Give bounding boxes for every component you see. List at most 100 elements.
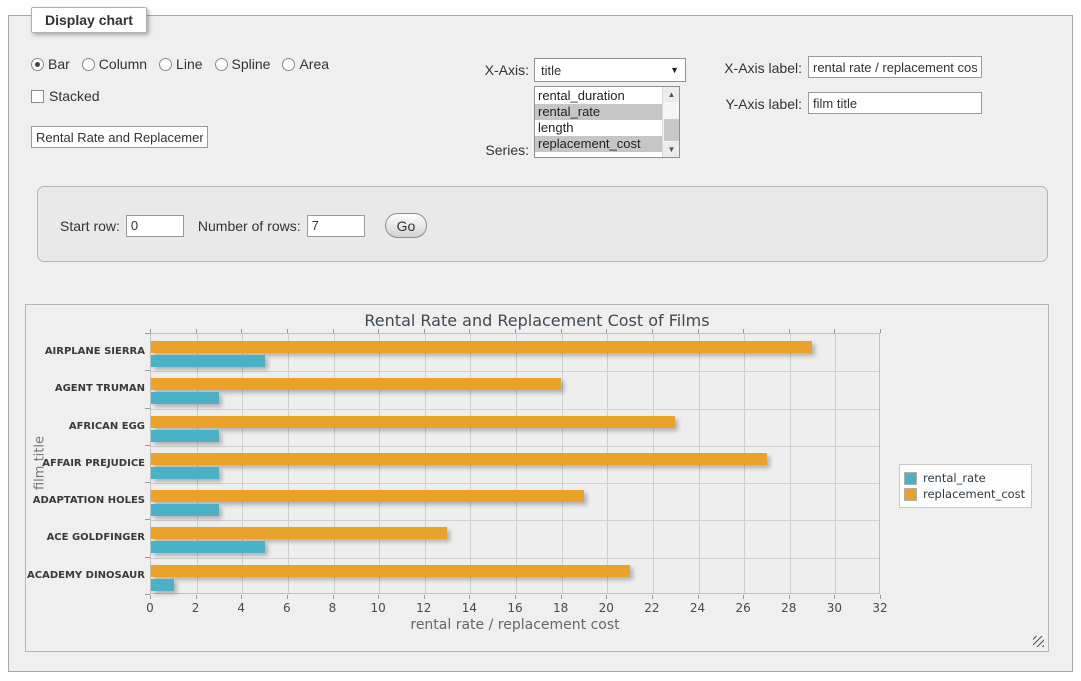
scrollbar-thumb[interactable] (664, 119, 679, 141)
radio-area-icon[interactable] (282, 58, 295, 71)
x-tick-mark (150, 329, 151, 333)
y-tick-mark (145, 445, 150, 446)
x-tick-label: 28 (776, 601, 802, 615)
resize-handle-icon[interactable] (1033, 636, 1044, 647)
go-button[interactable]: Go (385, 213, 428, 238)
y-tick-mark (145, 557, 150, 558)
bar-replacement_cost (151, 453, 767, 465)
bar-rental_rate (151, 504, 219, 516)
x-tick-label: 24 (685, 601, 711, 615)
x-axis-select[interactable]: title ▼ (534, 58, 686, 82)
x-tick-mark (880, 329, 881, 333)
y-category-label: AIRPLANE SIERRA (26, 333, 145, 370)
x-tick-mark (652, 595, 653, 599)
series-options: rental_duration rental_rate length repla… (535, 88, 662, 152)
gridline (151, 558, 879, 559)
x-tick-mark (652, 329, 653, 333)
chart-legend: rental_rate replacement_cost (899, 464, 1032, 508)
scroll-down-icon[interactable]: ▼ (663, 142, 680, 157)
bar-replacement_cost (151, 416, 675, 428)
bar-rental_rate (151, 541, 265, 553)
num-rows-input[interactable] (307, 215, 365, 237)
radio-line-icon[interactable] (159, 58, 172, 71)
radio-column[interactable]: Column (82, 56, 147, 72)
legend-item: replacement_cost (904, 487, 1025, 501)
y-category-label: AFFAIR PREJUDICE (26, 445, 145, 482)
radio-bar-icon[interactable] (31, 58, 44, 71)
bar-rental_rate (151, 392, 219, 404)
chevron-down-icon: ▼ (670, 65, 679, 75)
bar-replacement_cost (151, 565, 630, 577)
x-tick-mark (241, 595, 242, 599)
rows-panel: Start row: Number of rows: Go (37, 186, 1048, 262)
radio-bar-label: Bar (48, 56, 70, 72)
stacked-checkbox-row[interactable]: Stacked (31, 88, 100, 104)
x-tick-label: 2 (183, 601, 209, 615)
start-row-label: Start row: (60, 218, 120, 234)
radio-area-label: Area (299, 56, 329, 72)
y-axis-label-label: Y-Axis label: (712, 96, 802, 112)
gridline (151, 371, 879, 372)
chart-title-input[interactable] (31, 126, 208, 148)
x-axis-label-input[interactable] (808, 56, 982, 78)
series-scrollbar[interactable]: ▲ ▼ (662, 87, 679, 157)
x-tick-mark (743, 329, 744, 333)
radio-line[interactable]: Line (159, 56, 202, 72)
bar-replacement_cost (151, 527, 447, 539)
radio-area[interactable]: Area (282, 56, 329, 72)
chart-type-radiogroup: Bar Column Line Spline Area (31, 56, 341, 72)
series-multiselect[interactable]: rental_duration rental_rate length repla… (534, 86, 680, 158)
num-rows-label: Number of rows: (198, 218, 301, 234)
x-tick-mark (333, 329, 334, 333)
legend-item: rental_rate (904, 471, 1025, 485)
radio-spline-icon[interactable] (215, 58, 228, 71)
bar-rental_rate (151, 355, 265, 367)
x-tick-mark (469, 329, 470, 333)
x-tick-label: 16 (502, 601, 528, 615)
gridline (151, 409, 879, 410)
series-option-rental-duration[interactable]: rental_duration (535, 88, 662, 104)
x-tick-label: 0 (137, 601, 163, 615)
radio-line-label: Line (176, 56, 202, 72)
x-axis-select-value: title (541, 63, 670, 78)
bar-replacement_cost (151, 378, 561, 390)
x-tick-mark (606, 595, 607, 599)
radio-bar[interactable]: Bar (31, 56, 70, 72)
display-chart-panel: Display chart Bar Column Line Spline Are… (8, 15, 1073, 672)
plot-area (150, 333, 880, 594)
y-tick-mark (145, 408, 150, 409)
stacked-checkbox[interactable] (31, 90, 44, 103)
gridline (151, 483, 879, 484)
series-option-replacement-cost[interactable]: replacement_cost (535, 136, 662, 152)
series-option-rental-rate[interactable]: rental_rate (535, 104, 662, 120)
x-tick-mark (834, 595, 835, 599)
x-tick-mark (834, 329, 835, 333)
radio-spline[interactable]: Spline (215, 56, 271, 72)
x-tick-mark (287, 329, 288, 333)
x-tick-label: 6 (274, 601, 300, 615)
y-category-label: AFRICAN EGG (26, 408, 145, 445)
radio-column-icon[interactable] (82, 58, 95, 71)
x-tick-mark (789, 595, 790, 599)
scroll-up-icon[interactable]: ▲ (663, 87, 680, 102)
gridline (151, 446, 879, 447)
x-tick-mark (880, 595, 881, 599)
x-tick-mark (150, 595, 151, 599)
radio-spline-label: Spline (232, 56, 271, 72)
y-category-label: ACE GOLDFINGER (26, 519, 145, 556)
x-tick-mark (698, 329, 699, 333)
y-axis-label-input[interactable] (808, 92, 982, 114)
gridline (835, 334, 836, 593)
x-tick-label: 4 (228, 601, 254, 615)
x-tick-mark (743, 595, 744, 599)
chart-container: Rental Rate and Replacement Cost of Film… (25, 304, 1049, 652)
start-row-input[interactable] (126, 215, 184, 237)
y-tick-mark (145, 519, 150, 520)
x-tick-label: 32 (867, 601, 893, 615)
series-option-length[interactable]: length (535, 120, 662, 136)
x-tick-mark (469, 595, 470, 599)
x-tick-mark (196, 595, 197, 599)
x-tick-mark (241, 329, 242, 333)
x-tick-mark (515, 595, 516, 599)
stacked-label: Stacked (49, 88, 100, 104)
